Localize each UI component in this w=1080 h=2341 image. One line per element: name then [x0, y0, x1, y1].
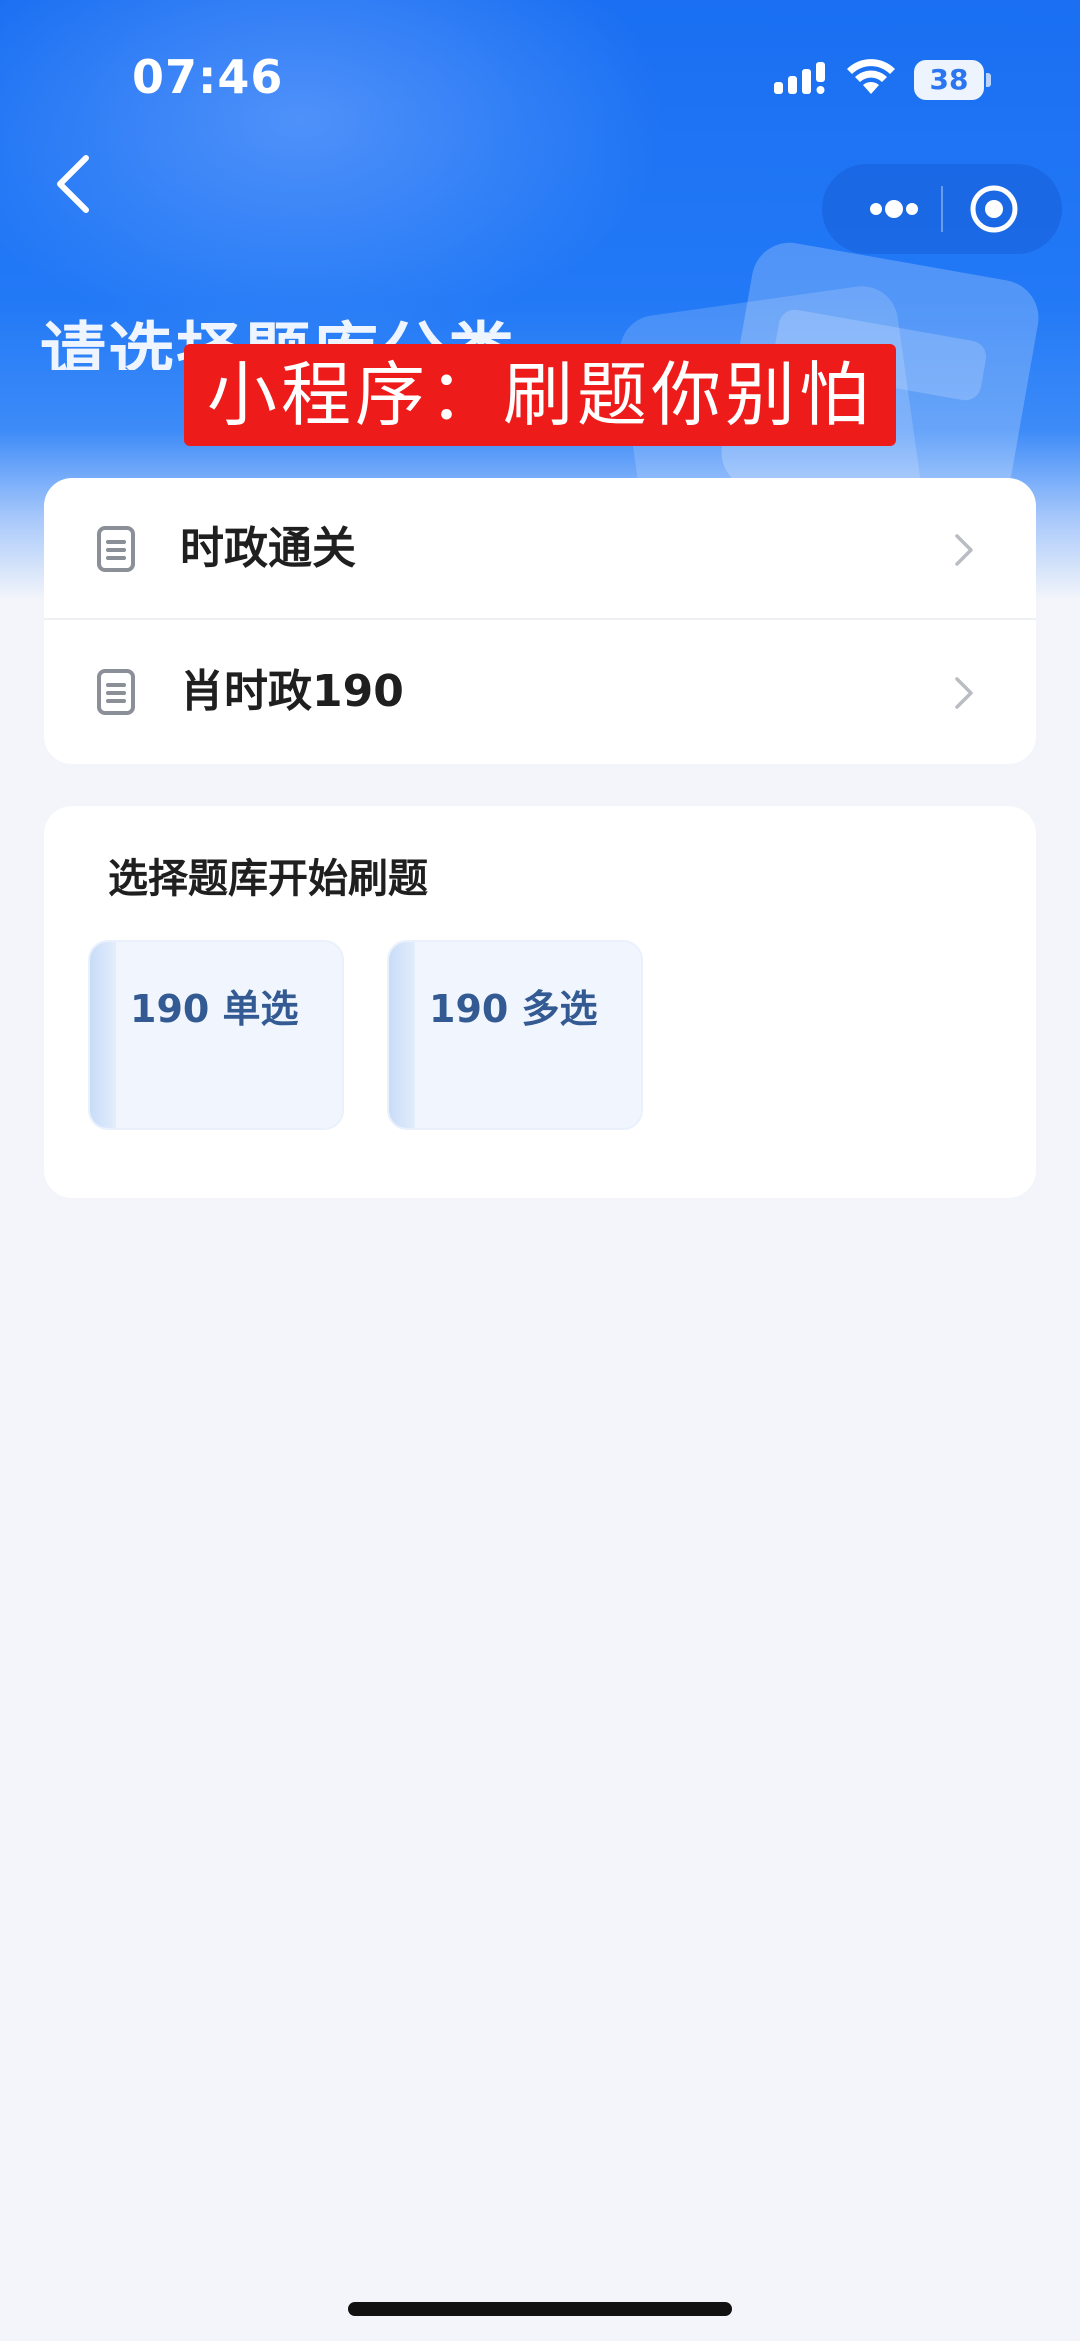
question-bank-title: 选择题库开始刷题: [108, 856, 428, 902]
chevron-right-icon: [955, 677, 973, 709]
mini-program-capsule: [822, 164, 1062, 254]
tile-label: 190 多选: [429, 987, 598, 1031]
tile-stripe: [389, 942, 415, 1128]
chevron-left-icon: [57, 155, 89, 213]
question-bank-card: 选择题库开始刷题 190 单选 190 多选: [44, 806, 1036, 1198]
back-button[interactable]: [50, 150, 100, 220]
tile-stripe: [90, 942, 116, 1128]
capsule-divider: [941, 186, 943, 232]
battery-level: 38: [929, 63, 969, 96]
category-label: 肖时政190: [180, 666, 404, 717]
cellular-signal-icon: [774, 62, 825, 94]
document-icon: [97, 669, 135, 715]
wifi-icon: [847, 59, 895, 94]
category-list: 时政通关 肖时政190: [44, 478, 1036, 764]
battery-icon: 38: [914, 60, 991, 100]
category-label: 时政通关: [180, 523, 356, 574]
home-indicator[interactable]: [348, 2302, 732, 2316]
close-circle-icon[interactable]: [946, 164, 1042, 254]
battery-cap: [986, 73, 991, 87]
bank-tile-multiple-choice[interactable]: 190 多选: [387, 940, 643, 1130]
status-time: 07:46: [132, 50, 284, 104]
category-item-xiao-shizheng-190[interactable]: 肖时政190: [44, 621, 1036, 763]
category-item-shizheng-tongguan[interactable]: 时政通关: [44, 478, 1036, 620]
more-dots-icon[interactable]: [844, 164, 940, 254]
overlay-banner: 小程序：刷题你别怕: [184, 344, 896, 446]
bank-tile-single-choice[interactable]: 190 单选: [88, 940, 344, 1130]
chevron-right-icon: [955, 534, 973, 566]
tile-label: 190 单选: [130, 987, 299, 1031]
document-icon: [97, 526, 135, 572]
app-page: 07:46 38 请选择题库分类 小程序：刷题你别怕 时政通关 肖时政190 选…: [0, 0, 1080, 2341]
